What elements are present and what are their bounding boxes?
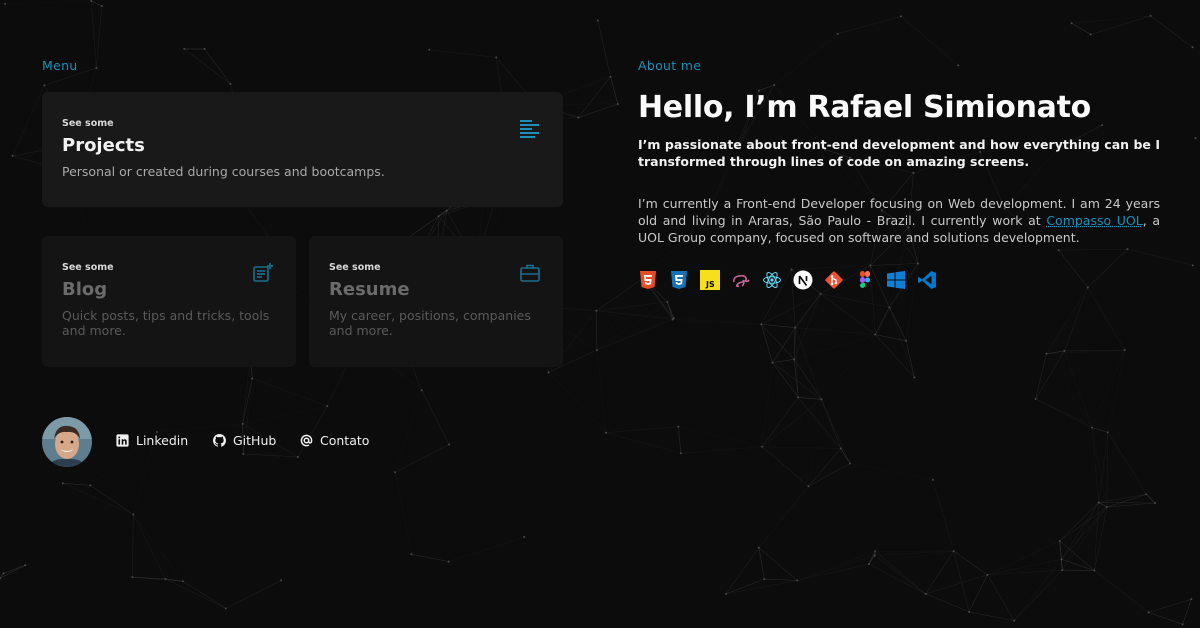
projects-card[interactable]: See some Projects Personal or created du… bbox=[42, 92, 563, 207]
intro-paragraph: I’m passionate about front-end developme… bbox=[638, 137, 1160, 169]
tech-stack: JS bbox=[638, 270, 937, 290]
html5-icon bbox=[640, 271, 656, 289]
linkedin-icon bbox=[116, 434, 129, 447]
at-icon bbox=[300, 434, 313, 447]
linkedin-link[interactable]: Linkedin bbox=[116, 433, 188, 448]
github-label: GitHub bbox=[233, 433, 277, 448]
projects-title: Projects bbox=[62, 135, 145, 156]
git-icon bbox=[825, 271, 843, 289]
list-align-icon bbox=[520, 120, 539, 138]
page-title: Hello, I’m Rafael Simionato bbox=[638, 90, 1091, 125]
projects-kicker: See some bbox=[62, 118, 114, 129]
blog-kicker: See some bbox=[62, 262, 114, 273]
resume-card[interactable]: See some Resume My career, positions, co… bbox=[309, 236, 563, 367]
github-link[interactable]: GitHub bbox=[213, 433, 276, 448]
javascript-icon: JS bbox=[700, 270, 720, 290]
blog-card[interactable]: See some Blog Quick posts, tips and tric… bbox=[42, 236, 296, 367]
resume-kicker: See some bbox=[329, 262, 381, 273]
briefcase-icon bbox=[520, 264, 540, 282]
linkedin-label: Linkedin bbox=[136, 433, 189, 448]
projects-description: Personal or created during courses and b… bbox=[62, 164, 385, 179]
github-icon bbox=[213, 434, 226, 447]
bio-paragraph: I’m currently a Front-end Developer focu… bbox=[638, 195, 1160, 246]
about-label: About me bbox=[638, 58, 702, 73]
nextjs-icon bbox=[793, 270, 813, 290]
figma-icon bbox=[860, 271, 870, 288]
sass-icon bbox=[733, 275, 750, 288]
resume-title: Resume bbox=[329, 279, 410, 300]
react-icon bbox=[763, 271, 781, 289]
vscode-icon bbox=[918, 271, 936, 289]
note-add-icon bbox=[253, 263, 273, 282]
avatar bbox=[42, 417, 92, 467]
resume-description: My career, positions, companies and more… bbox=[329, 308, 531, 338]
windows-icon bbox=[887, 271, 905, 289]
css3-icon bbox=[671, 271, 687, 289]
svg-text:JS: JS bbox=[705, 280, 715, 289]
contact-link[interactable]: Contato bbox=[300, 433, 369, 448]
blog-description: Quick posts, tips and tricks, tools and … bbox=[62, 308, 270, 338]
company-link[interactable]: Compasso UOL bbox=[1046, 213, 1142, 228]
blog-title: Blog bbox=[62, 279, 108, 300]
contact-label: Contato bbox=[320, 433, 370, 448]
menu-label: Menu bbox=[42, 58, 78, 73]
